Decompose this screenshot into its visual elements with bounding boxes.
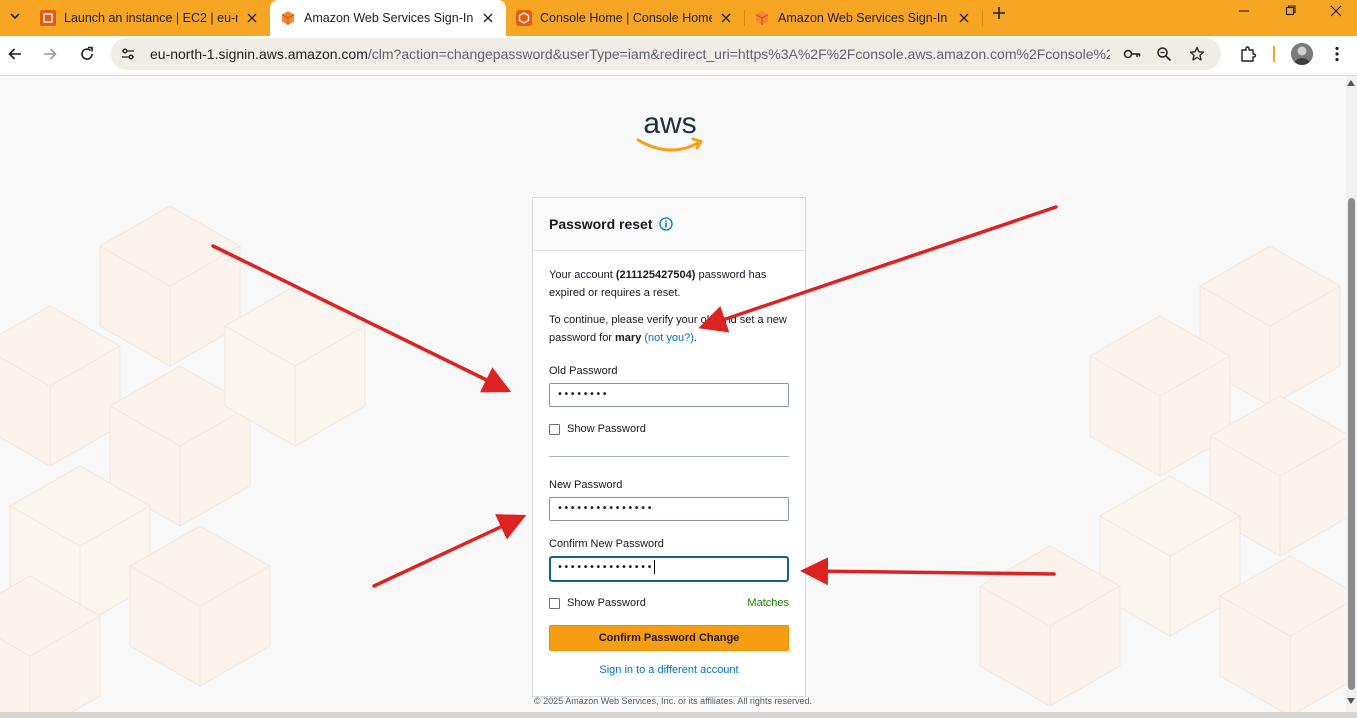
profile-avatar[interactable] [1291,43,1313,65]
tab-title: Launch an instance | EC2 | eu-no [64,11,238,25]
signin-page: aws Password reset Your account (2111254… [0,76,1346,712]
console-favicon [516,10,532,26]
scroll-down-icon[interactable] [1347,698,1355,704]
menu-kebab-icon[interactable] [1325,42,1349,66]
confirm-password-input[interactable]: ••••••••••••••• [549,556,789,582]
not-you-link[interactable]: (not you?) [644,332,694,344]
window-close-icon[interactable] [1313,0,1357,22]
bookmark-star-icon[interactable] [1188,45,1206,63]
close-icon[interactable] [956,10,972,26]
show-new-password-row[interactable]: Show Password [549,597,646,609]
new-password-label: New Password [549,479,623,491]
verify-message: To continue, please verify your old and … [549,311,789,347]
text-caret [653,560,655,574]
url-host: eu-north-1.signin.aws.amazon.com [150,46,368,62]
account-id: (211125427504) [615,269,696,281]
confirm-password-change-button[interactable]: Confirm Password Change [549,625,789,651]
arrow-to-confirm-password [800,557,1056,586]
new-tab-icon[interactable] [988,2,1010,24]
maximize-icon[interactable] [1267,0,1313,22]
tab-title: Amazon Web Services Sign-In [304,11,474,25]
extensions-icon[interactable] [1236,42,1260,66]
tab-separator [982,10,983,26]
card-title: Password reset [549,216,653,232]
match-status: Matches [747,597,789,609]
aws-logo-text: aws [643,107,696,140]
old-password-label: Old Password [549,365,618,377]
sign-in-different-account-link[interactable]: Sign in to a different account [533,664,805,676]
tab-console-home[interactable]: Console Home | Console Home [506,0,744,36]
confirm-password-label: Confirm New Password [549,538,664,550]
arrow-to-old-password [211,244,512,393]
verify-period: . [693,332,697,344]
zoom-icon[interactable] [1155,45,1173,63]
close-icon[interactable] [718,10,734,26]
section-divider [549,456,789,457]
taskbar-edge [0,712,1357,718]
launch-favicon [40,10,56,26]
show-password-label: Show Password [567,423,646,435]
show-password-label: Show Password [567,597,646,609]
old-password-input[interactable]: •••••••• [549,383,789,407]
back-icon[interactable] [3,42,27,66]
aws-logo: aws [633,106,707,156]
show-password-checkbox[interactable] [549,423,560,435]
close-icon[interactable] [244,10,260,26]
scroll-up-icon[interactable] [1347,80,1355,86]
tab-search-icon[interactable] [4,5,26,27]
show-password-checkbox[interactable] [549,597,560,609]
minimize-icon[interactable] [1221,0,1267,22]
tab-title: Amazon Web Services Sign-In [778,11,948,25]
close-icon[interactable] [480,10,496,26]
url-path: /clm?action=changepassword&userType=iam&… [367,46,1110,62]
forward-icon[interactable] [38,42,62,66]
expired-message: Your account (211125427504) password has… [549,266,789,302]
tab-aws-signin-active[interactable]: Amazon Web Services Sign-In [270,0,506,36]
password-key-icon[interactable] [1123,45,1141,63]
tab-title: Console Home | Console Home [540,11,712,25]
tab-launch-instance[interactable]: Launch an instance | EC2 | eu-no [30,0,270,36]
new-password-input[interactable]: ••••••••••••••• [549,497,789,521]
site-settings-icon[interactable] [119,45,137,63]
password-reset-card: Password reset Your account (21112542750… [532,197,806,697]
show-old-password-row[interactable]: Show Password [549,423,646,435]
card-header: Password reset [533,198,805,251]
address-bar[interactable]: eu-north-1.signin.aws.amazon.com/clm?act… [111,38,1221,70]
username: mary [615,332,642,344]
toolbar-divider [1273,46,1275,62]
info-icon[interactable] [658,217,673,231]
scroll-thumb[interactable] [1348,198,1355,690]
url-text: eu-north-1.signin.aws.amazon.com/clm?act… [150,46,1110,62]
tab-aws-signin-2[interactable]: Amazon Web Services Sign-In [744,0,982,36]
aws-cube-favicon [281,11,295,25]
browser-toolbar: eu-north-1.signin.aws.amazon.com/clm?act… [0,36,1357,72]
aws-cube-favicon [755,11,769,25]
tab-strip: Launch an instance | EC2 | eu-no Amazon … [0,0,1357,36]
intro-text: Your account [549,269,616,281]
page-scrollbar[interactable] [1346,76,1357,712]
copyright-footer: © 2025 Amazon Web Services, Inc. or its … [534,696,812,706]
arrow-to-new-password [372,514,527,588]
confirm-password-value: ••••••••••••••• [557,562,653,573]
reload-icon[interactable] [75,42,99,66]
